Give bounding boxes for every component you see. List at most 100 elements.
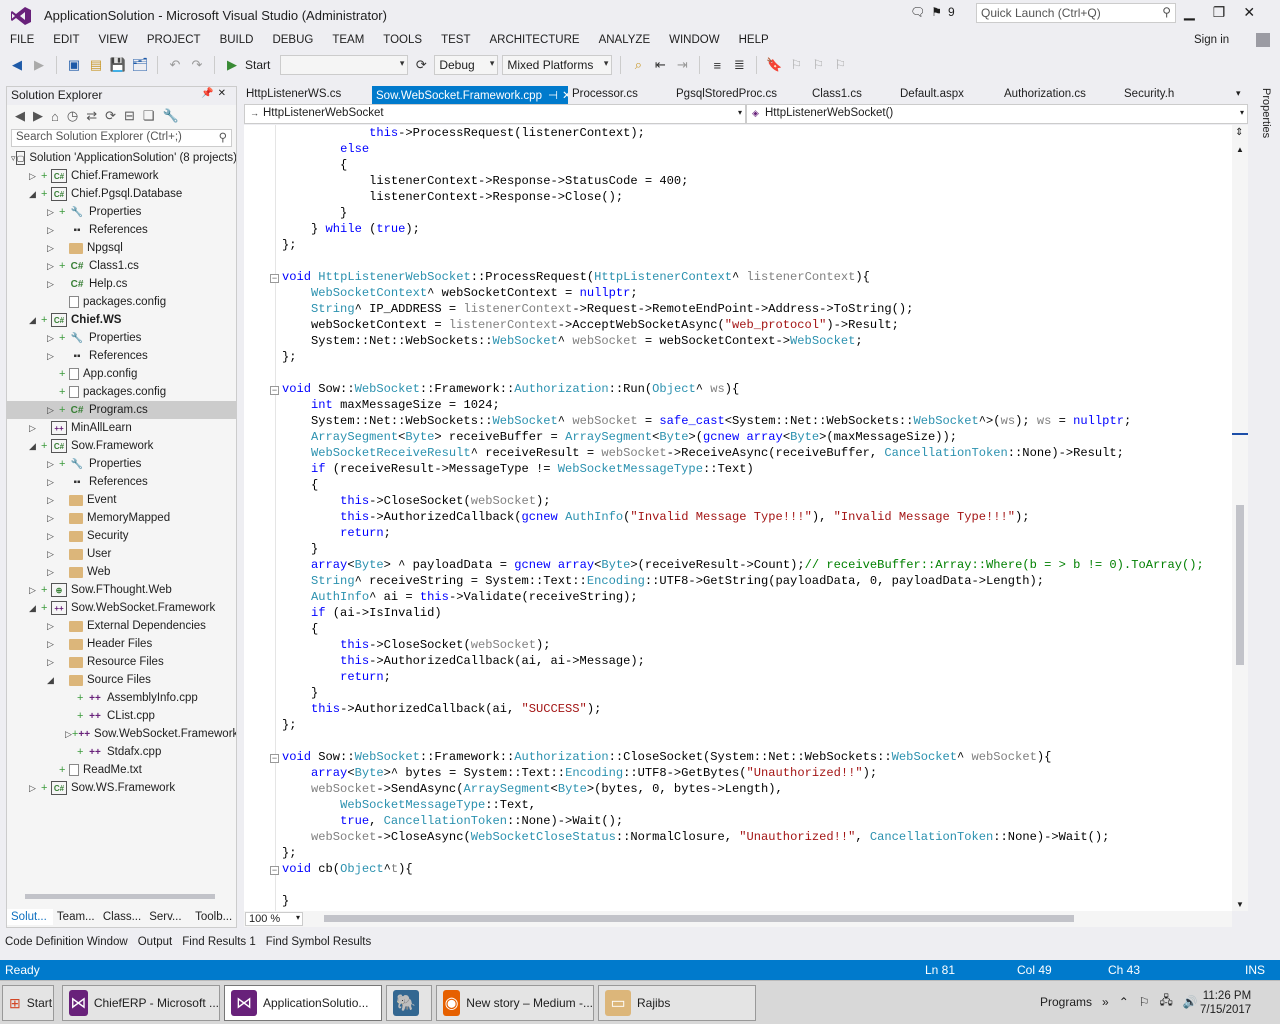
code-line[interactable]: String^ IP_ADDRESS = listenerContext->Re… <box>282 301 1204 317</box>
code-line[interactable]: void Sow::WebSocket::Framework::Authoriz… <box>282 381 1204 397</box>
expander-icon[interactable]: ◢ <box>29 189 41 200</box>
code-line[interactable]: true, CancellationToken::None)->Wait(); <box>282 813 1204 829</box>
expander-icon[interactable]: ▷ <box>29 171 41 182</box>
tab-security-h[interactable]: Security.h <box>1120 86 1220 104</box>
flag-icon[interactable]: ⚐ <box>1139 995 1150 1009</box>
code-line[interactable]: listenerContext->Response->StatusCode = … <box>282 173 1204 189</box>
bookmark-icon[interactable]: 🔖 <box>765 56 783 74</box>
code-line[interactable]: array<Byte>^ bytes = System::Text::Encod… <box>282 765 1204 781</box>
code-line[interactable]: if (ai->IsInvalid) <box>282 605 1204 621</box>
properties-side-tab[interactable]: Properties <box>1254 86 1272 166</box>
code-line[interactable]: ArraySegment<Byte> receiveBuffer = Array… <box>282 429 1204 445</box>
tool-tab[interactable]: Team... <box>53 909 99 925</box>
scroll-down-icon[interactable]: ▼ <box>1236 900 1244 909</box>
menu-edit[interactable]: EDIT <box>43 32 88 50</box>
expander-icon[interactable]: ▷ <box>47 531 59 542</box>
save-icon[interactable]: 💾 <box>109 56 127 74</box>
menu-tools[interactable]: TOOLS <box>373 32 431 50</box>
start-button[interactable]: Start <box>245 58 270 72</box>
expander-icon[interactable]: ▷ <box>47 477 59 488</box>
outdent-icon[interactable]: ⇥ <box>673 56 691 74</box>
tree-item[interactable]: ▷ ++ MinAllLearn <box>7 419 236 437</box>
menu-architecture[interactable]: ARCHITECTURE <box>479 32 588 50</box>
start-menu-button[interactable]: ⊞ Start <box>2 985 54 1021</box>
tree-item[interactable]: ▷ Security <box>7 527 236 545</box>
tree-item[interactable]: ▷ Header Files <box>7 635 236 653</box>
expander-icon[interactable]: ▷ <box>47 351 59 362</box>
tree-item[interactable]: ▷ External Dependencies <box>7 617 236 635</box>
tree-item[interactable]: ◢ + C# Sow.Framework <box>7 437 236 455</box>
code-line[interactable]: { <box>282 477 1204 493</box>
code-line[interactable]: } <box>282 541 1204 557</box>
tree-item[interactable]: ▷ + C# Class1.cs <box>7 257 236 275</box>
properties-icon[interactable]: 🔧 <box>163 108 179 124</box>
expander-icon[interactable]: ▷ <box>65 729 72 740</box>
expander-icon[interactable]: ◢ <box>29 603 41 614</box>
show-all-files-icon[interactable]: ❏ <box>143 108 155 124</box>
code-line[interactable]: webSocket->CloseAsync(WebSocketCloseStat… <box>282 829 1204 845</box>
code-line[interactable]: return; <box>282 669 1204 685</box>
clear-bookmarks-icon[interactable]: ⚐ <box>831 56 849 74</box>
menu-project[interactable]: PROJECT <box>137 32 210 50</box>
menu-test[interactable]: TEST <box>431 32 479 50</box>
expander-icon[interactable]: ▷ <box>47 279 59 290</box>
vertical-scrollbar[interactable]: ⇕ ▲ ▼ <box>1232 125 1248 911</box>
taskbar-button[interactable]: 🐘 <box>386 985 432 1021</box>
tree-item[interactable]: ◢ + C# Chief.WS <box>7 311 236 329</box>
tool-tab[interactable]: Serv... <box>145 909 191 925</box>
expander-icon[interactable]: ▷ <box>29 585 41 596</box>
new-project-icon[interactable]: ▣ <box>65 56 83 74</box>
minimize-button[interactable]: ▁ <box>1184 4 1195 21</box>
tree-item[interactable]: ▿ ▢ Solution 'ApplicationSolution' (8 proj… <box>7 149 236 167</box>
code-line[interactable]: listenerContext->Response->Close(); <box>282 189 1204 205</box>
fold-toggle[interactable]: − <box>270 754 279 763</box>
notification-count[interactable]: 9 <box>948 5 955 19</box>
network-icon[interactable]: 🖧 <box>1160 991 1173 1012</box>
code-line[interactable]: array<Byte> ^ payloadData = gcnew array<… <box>282 557 1204 573</box>
tool-tab[interactable]: Toolb... <box>191 909 237 925</box>
code-line[interactable]: webSocketContext = listenerContext->Acce… <box>282 317 1204 333</box>
notification-flag-icon[interactable]: ⚑ <box>931 5 942 19</box>
scope-dropdown[interactable]: → HttpListenerWebSocket ▾ <box>244 104 746 124</box>
refresh-icon[interactable]: ⟳ <box>105 108 116 124</box>
menu-window[interactable]: WINDOW <box>659 32 728 50</box>
expander-icon[interactable]: ▷ <box>47 549 59 560</box>
expander-icon[interactable]: ▷ <box>47 621 59 632</box>
close-button[interactable]: ✕ <box>1243 4 1255 21</box>
menu-help[interactable]: HELP <box>729 32 778 50</box>
tree-item[interactable]: ▷ ▪▪ References <box>7 473 236 491</box>
clock[interactable]: 11:26 PM 7/15/2017 <box>1200 989 1251 1017</box>
tree-item[interactable]: ▷ Npgsql <box>7 239 236 257</box>
back-icon[interactable]: ◀ <box>8 56 26 74</box>
code-line[interactable]: } while (true); <box>282 221 1204 237</box>
menu-file[interactable]: FILE <box>0 32 43 50</box>
forward-icon[interactable]: ▶ <box>30 56 48 74</box>
indent-icon[interactable]: ⇤ <box>651 56 669 74</box>
menu-view[interactable]: VIEW <box>89 32 137 50</box>
next-bookmark-icon[interactable]: ⚐ <box>809 56 827 74</box>
tree-item[interactable]: ▷ ▪▪ References <box>7 347 236 365</box>
fold-toggle[interactable]: − <box>270 274 279 283</box>
tree-item[interactable]: ▷ + C# Program.cs <box>7 401 236 419</box>
expander-icon[interactable]: ▷ <box>47 405 59 416</box>
code-line[interactable]: this->AuthorizedCallback(ai, ai->Message… <box>282 653 1204 669</box>
code-line[interactable]: else <box>282 141 1204 157</box>
expander-icon[interactable]: ▷ <box>47 207 59 218</box>
tree-item[interactable]: packages.config <box>7 293 236 311</box>
tree-item[interactable]: ◢ Source Files <box>7 671 236 689</box>
expander-icon[interactable]: ▷ <box>47 261 59 272</box>
tab-httplistenerws-cs[interactable]: HttpListenerWS.cs <box>242 86 372 104</box>
expander-icon[interactable]: ◢ <box>47 675 59 686</box>
tab-class1-cs[interactable]: Class1.cs <box>808 86 896 104</box>
attach-target-combo[interactable]: ▾ <box>280 55 409 75</box>
forward-icon[interactable]: ▶ <box>33 108 43 124</box>
code-line[interactable]: return; <box>282 525 1204 541</box>
save-all-icon[interactable]: 🗂 <box>131 56 149 74</box>
tab-pgsqlstoredproc-cs[interactable]: PgsqlStoredProc.cs <box>672 86 808 104</box>
code-line[interactable]: }; <box>282 237 1204 253</box>
expander-icon[interactable]: ▷ <box>47 495 59 506</box>
zoom-combo[interactable]: 100 % ▾ <box>245 912 303 926</box>
menu-analyze[interactable]: ANALYZE <box>589 32 660 50</box>
start-debug-icon[interactable]: ▶ <box>223 56 241 74</box>
menu-team[interactable]: TEAM <box>322 32 373 50</box>
